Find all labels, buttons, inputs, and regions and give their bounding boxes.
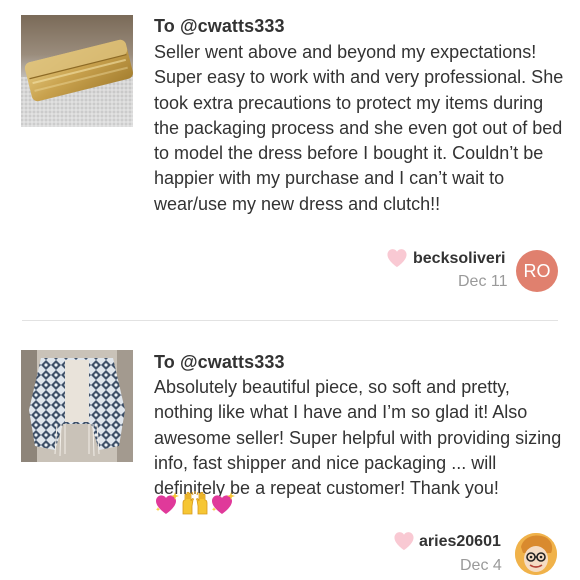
reviewer-avatar[interactable]: [515, 533, 557, 575]
reviewer-username[interactable]: becksoliveri: [413, 250, 506, 268]
review-text: Absolutely beautiful piece, so soft and …: [154, 377, 562, 499]
review-card: To @cwatts333 Absolutely beautiful piece…: [0, 322, 580, 580]
patterned-kimono-image: [21, 350, 133, 462]
gold-clutch-image: [21, 15, 133, 127]
review-date: Dec 4: [460, 557, 502, 574]
review-card: To @cwatts333 Seller went above and beyo…: [0, 0, 580, 320]
reviewer-avatar[interactable]: RO: [516, 250, 558, 292]
review-date: Dec 11: [458, 273, 508, 290]
sparkling-heart-icon: [210, 492, 236, 521]
review-photo-clutch[interactable]: [21, 15, 133, 127]
review-divider: [22, 320, 558, 321]
review-text: Seller went above and beyond my expectat…: [154, 42, 564, 214]
raising-hands-icon: [180, 490, 210, 521]
sparkling-heart-icon: [154, 492, 180, 521]
heart-icon[interactable]: [393, 531, 415, 551]
review-photo-kimono[interactable]: [21, 350, 133, 462]
heart-icon[interactable]: [386, 248, 408, 268]
review-emoji-row: [154, 491, 236, 521]
review-recipient[interactable]: To @cwatts333: [154, 352, 285, 373]
cartoon-face-avatar-icon: [515, 533, 557, 575]
review-recipient[interactable]: To @cwatts333: [154, 16, 285, 37]
reviewer-username[interactable]: aries20601: [419, 533, 501, 551]
